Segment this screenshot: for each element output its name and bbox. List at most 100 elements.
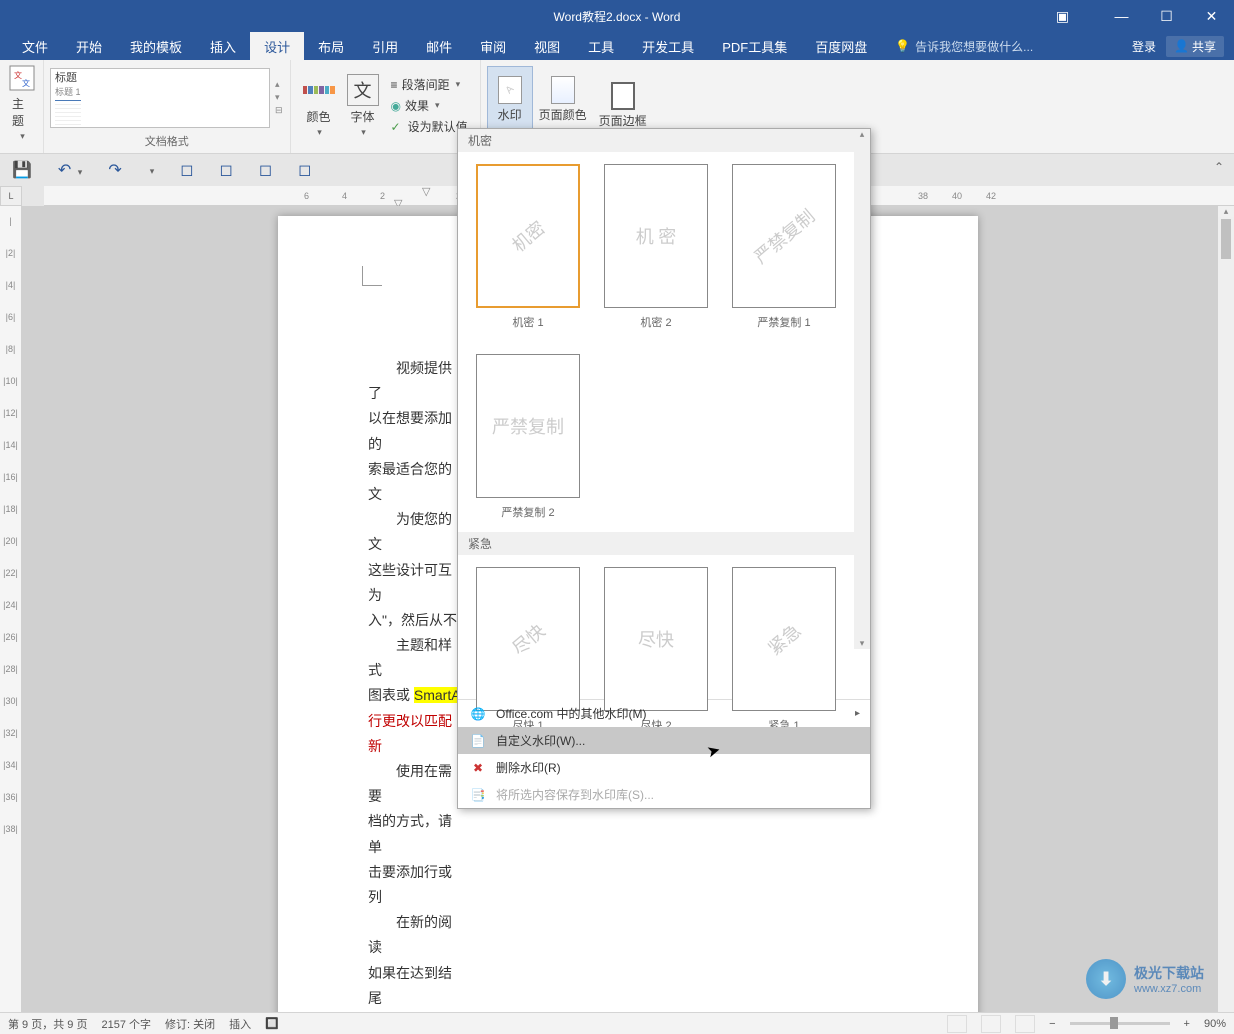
vertical-scrollbar[interactable]: ▴ — [1218, 206, 1234, 1012]
text-highlighted: SmartA — [414, 687, 461, 703]
tab-templates[interactable]: 我的模板 — [116, 32, 196, 60]
status-recording-icon[interactable]: 🔲 — [265, 1017, 279, 1030]
text-line: 视频提供了 — [368, 356, 464, 406]
watermark-icon — [498, 76, 522, 104]
effects-label: 效果 — [405, 97, 429, 114]
document-text[interactable]: 视频提供了 以在想要添加的 索最适合您的文 为使您的文 这些设计可互为 入"，然… — [368, 356, 464, 1012]
ribbon-collapse-button[interactable]: ⌃ — [1214, 160, 1224, 174]
read-mode-button[interactable] — [947, 1015, 967, 1033]
watermark-item-confidential-1[interactable]: 机密 机密 1 — [476, 164, 580, 330]
checkmark-icon: ✓ — [391, 120, 401, 134]
tab-mailings[interactable]: 邮件 — [412, 32, 466, 60]
scrollbar-thumb[interactable] — [1221, 219, 1231, 259]
tab-tools[interactable]: 工具 — [574, 32, 628, 60]
effects-button[interactable]: ◉效果▾ — [385, 95, 474, 116]
scroll-up-button[interactable]: ▴ — [854, 129, 870, 140]
chevron-down-icon: ▾ — [361, 127, 366, 138]
zoom-out-button[interactable]: − — [1049, 1018, 1055, 1030]
login-link[interactable]: 登录 — [1132, 38, 1156, 55]
qat-button-3[interactable]: ◻ — [259, 160, 272, 180]
paragraph-spacing-button[interactable]: ≡段落间距▾ — [385, 74, 474, 95]
close-button[interactable]: ✕ — [1189, 0, 1234, 32]
watermark-item-nocopy-1[interactable]: 严禁复制 严禁复制 1 — [732, 164, 836, 330]
tab-pdf[interactable]: PDF工具集 — [708, 32, 801, 60]
tab-view[interactable]: 视图 — [520, 32, 574, 60]
undo-button[interactable]: ↶ ▾ — [58, 160, 82, 180]
share-label: 共享 — [1192, 38, 1216, 55]
watermark-item-confidential-2[interactable]: 机 密 机密 2 — [604, 164, 708, 330]
vertical-ruler[interactable]: ||2||4||6||8||10||12||14||16||18||20||22… — [0, 206, 22, 1012]
tab-design[interactable]: 设计 — [250, 32, 304, 60]
redo-button[interactable]: ↷ — [108, 160, 121, 180]
tab-review[interactable]: 审阅 — [466, 32, 520, 60]
scroll-up-button[interactable]: ▴ — [1218, 206, 1234, 217]
save-button[interactable]: 💾 — [12, 160, 32, 180]
watermark-menu: 🌐 Office.com 中的其他水印(M) ▸ 📄 自定义水印(W)... ✖… — [458, 699, 870, 808]
menu-save-to-gallery: 📑 将所选内容保存到水印库(S)... — [458, 781, 870, 808]
site-watermark: ⬇ 极光下载站 www.xz7.com — [1086, 959, 1204, 999]
menu-label: 删除水印(R) — [496, 759, 561, 776]
page-icon: 📄 — [470, 733, 486, 749]
page-borders-icon — [611, 82, 635, 110]
preview-heading: 标题 1 — [55, 85, 81, 98]
tab-insert[interactable]: 插入 — [196, 32, 250, 60]
tab-baidu[interactable]: 百度网盘 — [801, 32, 881, 60]
zoom-level[interactable]: 90% — [1204, 1018, 1226, 1030]
first-line-indent-icon[interactable]: ▽ — [422, 185, 430, 198]
watermark-item-nocopy-2[interactable]: 严禁复制 严禁复制 2 — [476, 354, 580, 520]
ribbon-options-button[interactable]: ▣ — [1040, 0, 1085, 32]
ribbon-display-controls: ▣ — [1040, 0, 1085, 32]
tab-home[interactable]: 开始 — [62, 32, 116, 60]
effects-icon: ◉ — [391, 99, 401, 113]
tab-references[interactable]: 引用 — [358, 32, 412, 60]
menu-label: Office.com 中的其他水印(M) — [496, 705, 646, 722]
spacing-icon: ≡ — [391, 78, 398, 92]
menu-office-watermarks[interactable]: 🌐 Office.com 中的其他水印(M) ▸ — [458, 700, 870, 727]
status-page[interactable]: 第 9 页，共 9 页 — [8, 1016, 87, 1032]
tab-developer[interactable]: 开发工具 — [628, 32, 708, 60]
menu-custom-watermark[interactable]: 📄 自定义水印(W)... — [458, 727, 870, 754]
titlebar: Word教程2.docx - Word ▣ — ☐ ✕ — [0, 0, 1234, 32]
web-layout-button[interactable] — [1015, 1015, 1035, 1033]
zoom-slider[interactable] — [1070, 1022, 1170, 1025]
tell-me-box[interactable]: 💡 告诉我您想要做什么... — [881, 32, 1033, 60]
zoom-in-button[interactable]: + — [1184, 1018, 1190, 1030]
menu-label: 将所选内容保存到水印库(S)... — [496, 786, 654, 803]
ruler-corner[interactable]: L — [0, 186, 22, 206]
zoom-slider-knob[interactable] — [1110, 1017, 1118, 1029]
globe-icon: 🌐 — [470, 706, 486, 722]
maximize-button[interactable]: ☐ — [1144, 0, 1189, 32]
text-line: 为使您的文 — [368, 507, 464, 557]
tab-layout[interactable]: 布局 — [304, 32, 358, 60]
share-button[interactable]: 👤共享 — [1166, 36, 1224, 57]
gallery-scrollbar[interactable]: ▴ ▾ — [854, 129, 870, 649]
page-corner-mark — [362, 266, 382, 286]
style-set-gallery[interactable]: 标题 标题 1 — [50, 68, 270, 128]
fonts-button[interactable]: 文 字体 ▾ — [341, 66, 385, 146]
minimize-button[interactable]: — — [1099, 0, 1144, 32]
gallery-more-button[interactable]: ⊟ — [274, 104, 284, 117]
tab-file[interactable]: 文件 — [8, 32, 62, 60]
touch-mode-button[interactable]: ▾ — [148, 161, 155, 179]
watermark-label: 水印 — [498, 106, 522, 123]
status-words[interactable]: 2157 个字 — [101, 1016, 151, 1032]
status-insert[interactable]: 插入 — [229, 1016, 251, 1032]
chevron-down-icon: ▾ — [317, 127, 322, 138]
themes-button[interactable]: 文文 主题 ▾ — [6, 62, 37, 142]
thumb-text: 尽快 — [638, 626, 674, 652]
site-logo-icon: ⬇ — [1086, 959, 1126, 999]
status-track[interactable]: 修订: 关闭 — [165, 1016, 215, 1032]
thumb-text: 紧急 — [762, 617, 806, 660]
ribbon-tabbar: 文件 开始 我的模板 插入 设计 布局 引用 邮件 审阅 视图 工具 开发工具 … — [0, 32, 1234, 60]
page-color-label: 页面颜色 — [539, 106, 587, 123]
qat-button-4[interactable]: ◻ — [298, 160, 311, 180]
scroll-down-button[interactable]: ▾ — [854, 638, 870, 649]
gallery-up-button[interactable]: ▴ — [274, 78, 284, 91]
qat-button-1[interactable]: ◻ — [180, 160, 193, 180]
print-layout-button[interactable] — [981, 1015, 1001, 1033]
menu-remove-watermark[interactable]: ✖ 删除水印(R) — [458, 754, 870, 781]
tell-me-placeholder: 告诉我您想要做什么... — [915, 38, 1033, 55]
gallery-down-button[interactable]: ▾ — [274, 91, 284, 104]
qat-button-2[interactable]: ◻ — [220, 160, 233, 180]
colors-button[interactable]: 颜色 ▾ — [297, 66, 341, 146]
